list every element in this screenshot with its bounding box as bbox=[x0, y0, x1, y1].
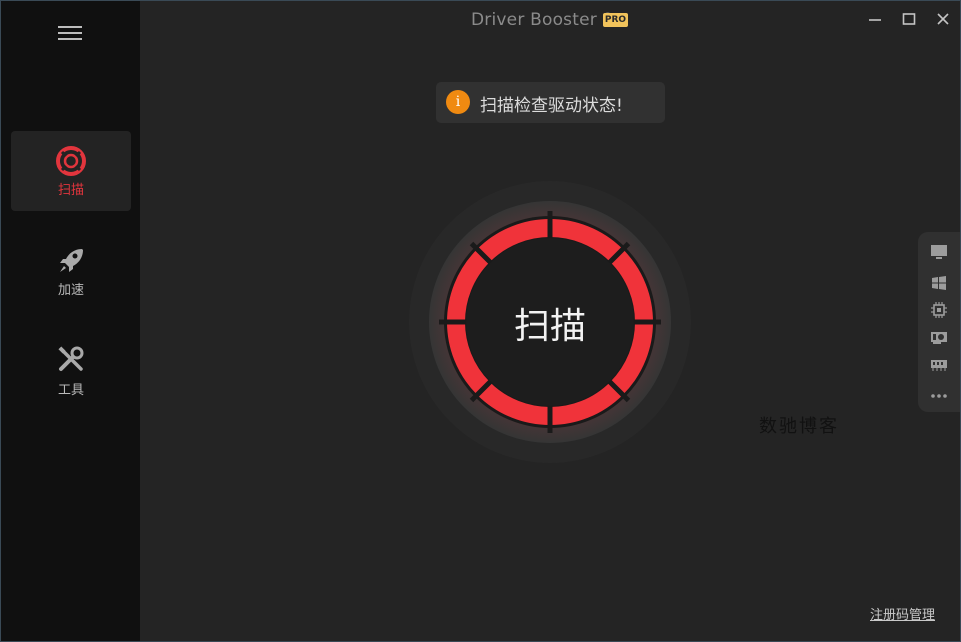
maximize-icon[interactable] bbox=[901, 11, 917, 27]
scan-label: 扫描 bbox=[513, 306, 586, 347]
scan-notice: i 扫描检查驱动状态! bbox=[436, 82, 665, 123]
memory-icon[interactable] bbox=[930, 356, 948, 372]
rocket-icon bbox=[60, 249, 83, 272]
pro-badge: PRO bbox=[603, 13, 628, 27]
graphics-card-icon[interactable] bbox=[930, 329, 948, 345]
app-window: 扫描 加速 工具 Driver Booster 9 PRO i 扫描检查驱动状态… bbox=[0, 0, 961, 642]
lifebuoy-icon bbox=[56, 146, 86, 176]
more-icon[interactable] bbox=[930, 388, 948, 404]
close-icon[interactable] bbox=[935, 11, 951, 27]
monitor-icon[interactable] bbox=[930, 244, 948, 260]
nav-item-tools[interactable]: 工具 bbox=[11, 331, 131, 411]
hardware-bar bbox=[918, 232, 960, 412]
info-icon: i bbox=[446, 90, 470, 114]
windows-icon[interactable] bbox=[930, 275, 948, 291]
sidebar: 扫描 加速 工具 bbox=[1, 1, 140, 641]
tools-icon bbox=[58, 346, 84, 371]
nav-item-scan[interactable]: 扫描 bbox=[11, 131, 131, 211]
nav-item-label: 加速 bbox=[57, 283, 84, 298]
nav-item-label: 扫描 bbox=[57, 183, 84, 198]
minimize-icon[interactable] bbox=[867, 11, 883, 27]
register-code-link[interactable]: 注册码管理 bbox=[870, 604, 935, 623]
nav-item-boost[interactable]: 加速 bbox=[11, 231, 131, 311]
app-title: Driver Booster 9 bbox=[471, 10, 614, 30]
menu-icon[interactable] bbox=[58, 26, 82, 40]
nav-item-label: 工具 bbox=[57, 383, 84, 398]
notice-text: 扫描检查驱动状态! bbox=[480, 96, 623, 116]
cpu-icon[interactable] bbox=[930, 302, 948, 318]
scan-button[interactable]: 扫描 bbox=[409, 181, 691, 463]
watermark: 数驰博客 bbox=[759, 416, 839, 437]
